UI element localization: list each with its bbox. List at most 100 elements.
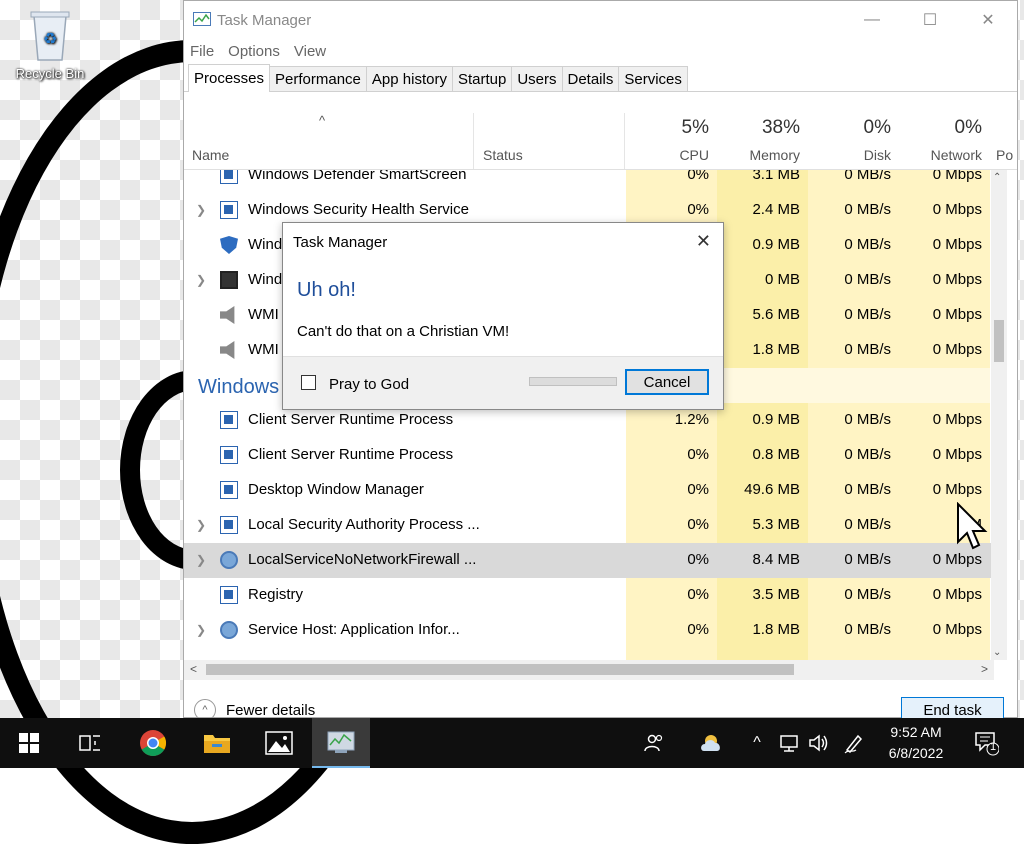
- process-cpu-value: 0%: [687, 621, 709, 638]
- dialog-close-icon[interactable]: ✕: [696, 231, 711, 252]
- tab-services[interactable]: Services: [618, 66, 688, 91]
- process-name: Windows Defender SmartScreen: [248, 170, 467, 183]
- process-network-value: 0 Mbps: [932, 271, 982, 288]
- minimize-button[interactable]: —: [843, 1, 901, 39]
- process-disk-value: 0 MB/s: [844, 170, 891, 183]
- people-button[interactable]: [640, 718, 670, 768]
- process-row[interactable]: Client Server Runtime Process 0% 0.8 MB 0 M…: [184, 438, 994, 473]
- gear-icon: [220, 551, 238, 569]
- scroll-left-icon[interactable]: <: [190, 662, 197, 676]
- expand-chevron-icon[interactable]: ❯: [196, 518, 206, 532]
- process-name: LocalServiceNoNetworkFirewall ...: [248, 551, 477, 568]
- column-header-status[interactable]: Status: [475, 113, 625, 169]
- process-icon: [220, 170, 238, 184]
- chevron-up-icon: ^: [753, 734, 761, 751]
- expand-chevron-icon[interactable]: ❯: [196, 203, 206, 217]
- dialog-message: Can't do that on a Christian VM!: [297, 323, 510, 340]
- expand-chevron-icon[interactable]: ❯: [196, 273, 206, 287]
- column-header-name[interactable]: ^ Name: [184, 113, 474, 169]
- scroll-right-icon[interactable]: >: [981, 662, 988, 676]
- process-name: WMI: [248, 341, 279, 358]
- show-hidden-icons-button[interactable]: ^: [746, 718, 768, 768]
- cancel-button[interactable]: Cancel: [625, 369, 709, 395]
- tab-users[interactable]: Users: [511, 66, 563, 91]
- column-header-disk[interactable]: 0% Disk: [808, 113, 899, 169]
- scroll-down-icon[interactable]: ⌄: [993, 647, 1001, 658]
- column-header-network[interactable]: 0% Network: [899, 113, 990, 169]
- process-row[interactable]: ❯ Service Host: Application Infor... 0% 1.8…: [184, 613, 994, 648]
- tab-app-history[interactable]: App history: [365, 66, 453, 91]
- tab-performance[interactable]: Performance: [269, 66, 367, 91]
- chrome-icon: [140, 730, 167, 757]
- process-memory-value: 8.4 MB: [752, 551, 800, 568]
- wmi-icon: [220, 306, 235, 324]
- column-header-power[interactable]: Po: [992, 113, 1022, 169]
- close-icon: ✕: [981, 12, 995, 29]
- recycle-bin-label: Recycle Bin: [15, 66, 85, 81]
- file-explorer-taskbar-button[interactable]: [192, 718, 242, 768]
- pen-workspace-button[interactable]: [840, 718, 868, 768]
- expand-chevron-icon[interactable]: ❯: [196, 553, 206, 567]
- horizontal-scroll-thumb[interactable]: [206, 664, 794, 675]
- process-network-value: 0 Mbps: [932, 170, 982, 183]
- folder-icon: [204, 735, 230, 753]
- volume-tray-button[interactable]: [806, 718, 832, 768]
- tab-startup[interactable]: Startup: [451, 66, 513, 91]
- fewer-details-label: Fewer details: [226, 701, 316, 719]
- recycle-bin[interactable]: ♻ Recycle Bin: [8, 8, 92, 81]
- process-disk-value: 0 MB/s: [844, 411, 891, 428]
- column-header-memory[interactable]: 38% Memory: [717, 113, 808, 169]
- chrome-taskbar-button[interactable]: [128, 718, 178, 768]
- photos-taskbar-button[interactable]: [254, 718, 304, 768]
- vertical-scrollbar[interactable]: ⌃ ⌄: [991, 170, 1007, 660]
- network-tray-button[interactable]: [776, 718, 802, 768]
- process-network-value: 0 Mbps: [932, 306, 982, 323]
- process-memory-value: 2.4 MB: [752, 201, 800, 218]
- process-row[interactable]: Windows Defender SmartScreen 0% 3.1 MB 0 MB…: [184, 170, 994, 193]
- process-network-value: 0 Mbps: [932, 586, 982, 603]
- menu-file[interactable]: File: [190, 43, 214, 60]
- window-title: Task Manager: [217, 11, 312, 29]
- pray-to-god-checkbox[interactable]: [301, 375, 316, 390]
- process-name: Local Security Authority Process ...: [248, 516, 480, 533]
- close-button[interactable]: ✕: [959, 1, 1017, 39]
- scroll-up-icon[interactable]: ⌃: [993, 172, 1001, 183]
- process-icon: [220, 201, 238, 219]
- system-clock[interactable]: 9:52 AM 6/8/2022: [880, 722, 952, 764]
- title-bar[interactable]: Task Manager — ☐ ✕: [184, 1, 1017, 39]
- vertical-scroll-thumb[interactable]: [994, 320, 1004, 362]
- process-row[interactable]: ❯ LocalServiceNoNetworkFirewall ... 0% 8.4 …: [184, 543, 994, 578]
- process-row[interactable]: ❯ Local Security Authority Process ... 0% 5…: [184, 508, 994, 543]
- process-network-value: 0 Mbps: [932, 621, 982, 638]
- process-icon: [220, 446, 238, 464]
- process-cpu-value: 0%: [687, 481, 709, 498]
- dialog-footer: Pray to God Cancel: [283, 356, 723, 409]
- task-manager-taskbar-button[interactable]: [312, 718, 370, 768]
- task-view-button[interactable]: [66, 718, 114, 768]
- process-memory-value: 5.6 MB: [752, 306, 800, 323]
- process-memory-value: 5.3 MB: [752, 516, 800, 533]
- network-icon: [780, 735, 798, 752]
- pray-to-god-label[interactable]: Pray to God: [329, 376, 409, 393]
- network-total: 0%: [954, 117, 982, 138]
- process-name: Desktop Window Manager: [248, 481, 424, 498]
- menu-view[interactable]: View: [294, 43, 326, 60]
- error-dialog: Task Manager ✕ Uh oh! Can't do that on a…: [282, 222, 724, 410]
- disk-total: 0%: [863, 117, 891, 138]
- horizontal-scrollbar[interactable]: < >: [184, 660, 994, 680]
- menu-options[interactable]: Options: [228, 43, 280, 60]
- process-row[interactable]: Desktop Window Manager 0% 49.6 MB 0 MB/s 0 M…: [184, 473, 994, 508]
- maximize-button[interactable]: ☐: [901, 1, 959, 39]
- start-button[interactable]: [0, 718, 58, 768]
- column-header-cpu[interactable]: 5% CPU: [626, 113, 717, 169]
- tab-processes[interactable]: Processes: [188, 64, 271, 92]
- process-disk-value: 0 MB/s: [844, 481, 891, 498]
- action-center-button[interactable]: 1: [966, 718, 1006, 768]
- expand-chevron-icon[interactable]: ❯: [196, 623, 206, 637]
- process-row[interactable]: Registry 0% 3.5 MB 0 MB/s 0 Mbps: [184, 578, 994, 613]
- tab-details[interactable]: Details: [561, 66, 620, 91]
- minimize-icon: —: [864, 11, 880, 28]
- process-network-value: 0 Mbps: [932, 341, 982, 358]
- process-disk-value: 0 MB/s: [844, 306, 891, 323]
- weather-button[interactable]: [696, 718, 730, 768]
